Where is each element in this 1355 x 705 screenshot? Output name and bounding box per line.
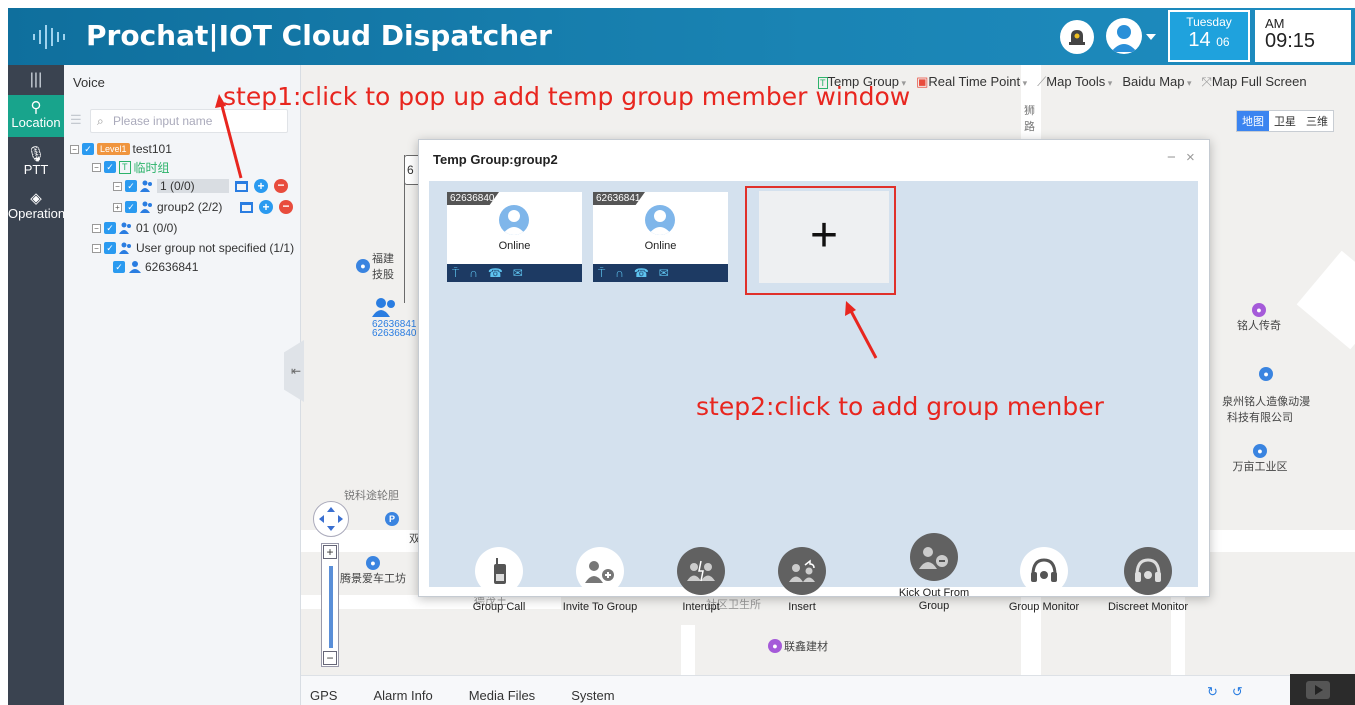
arrow-step2-icon	[845, 301, 878, 359]
arrow-step1-icon	[215, 94, 243, 179]
annotation-arrows	[215, 94, 878, 359]
app-root: Prochat|IOT Cloud Dispatcher Tuesday 14 …	[0, 0, 1355, 705]
